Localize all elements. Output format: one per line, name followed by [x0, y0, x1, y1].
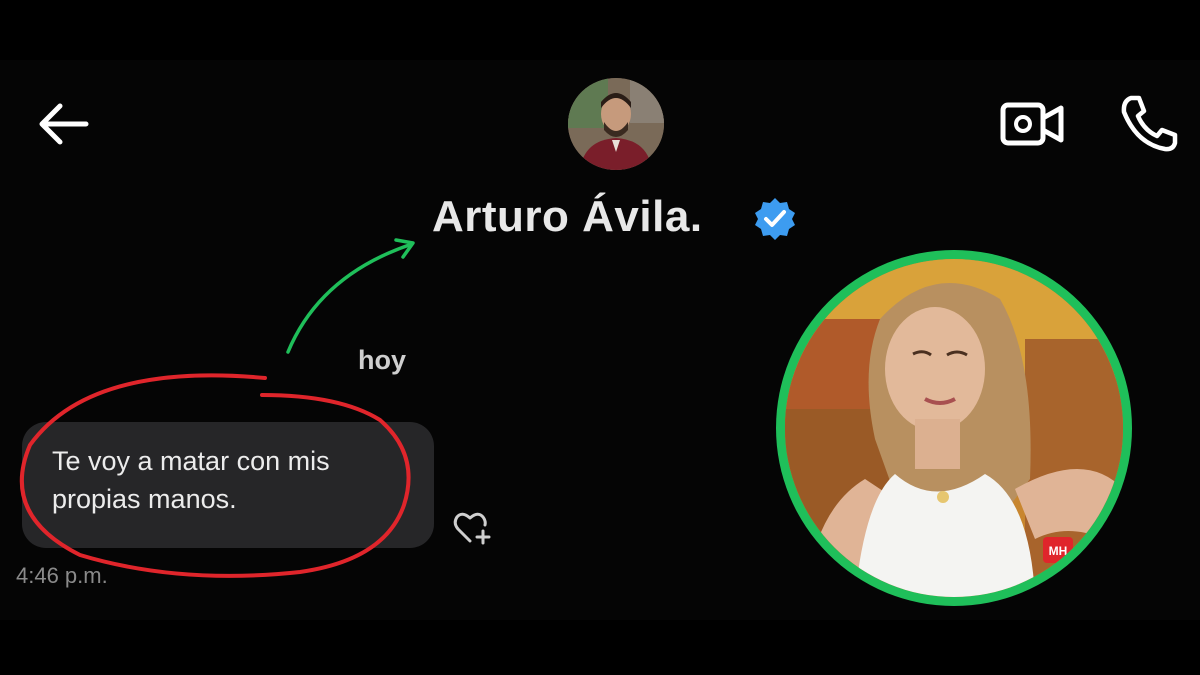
message-text: Te voy a matar con mis propias manos. — [52, 446, 330, 514]
message-bubble[interactable]: Te voy a matar con mis propias manos. — [22, 422, 434, 548]
verified-badge — [752, 196, 798, 242]
back-button[interactable] — [30, 95, 94, 153]
verified-badge-icon — [755, 198, 795, 240]
voice-call-button[interactable] — [1115, 92, 1181, 154]
arrow-left-icon — [39, 103, 89, 145]
phone-icon — [1121, 95, 1178, 152]
message-timestamp: 4:46 p.m. — [16, 563, 108, 588]
add-reaction-button[interactable] — [452, 510, 494, 546]
photo-frame: MH — [776, 250, 1132, 606]
photo-watermark: MH — [1049, 544, 1068, 558]
contact-name[interactable]: Arturo Ávila. — [432, 192, 703, 242]
selfie-photo: MH — [785, 259, 1123, 597]
heart-add-icon — [453, 512, 491, 545]
date-separator: hoy — [358, 345, 407, 375]
contact-avatar[interactable] — [568, 78, 664, 170]
video-camera-icon — [1000, 102, 1064, 146]
video-call-button[interactable] — [998, 96, 1068, 152]
